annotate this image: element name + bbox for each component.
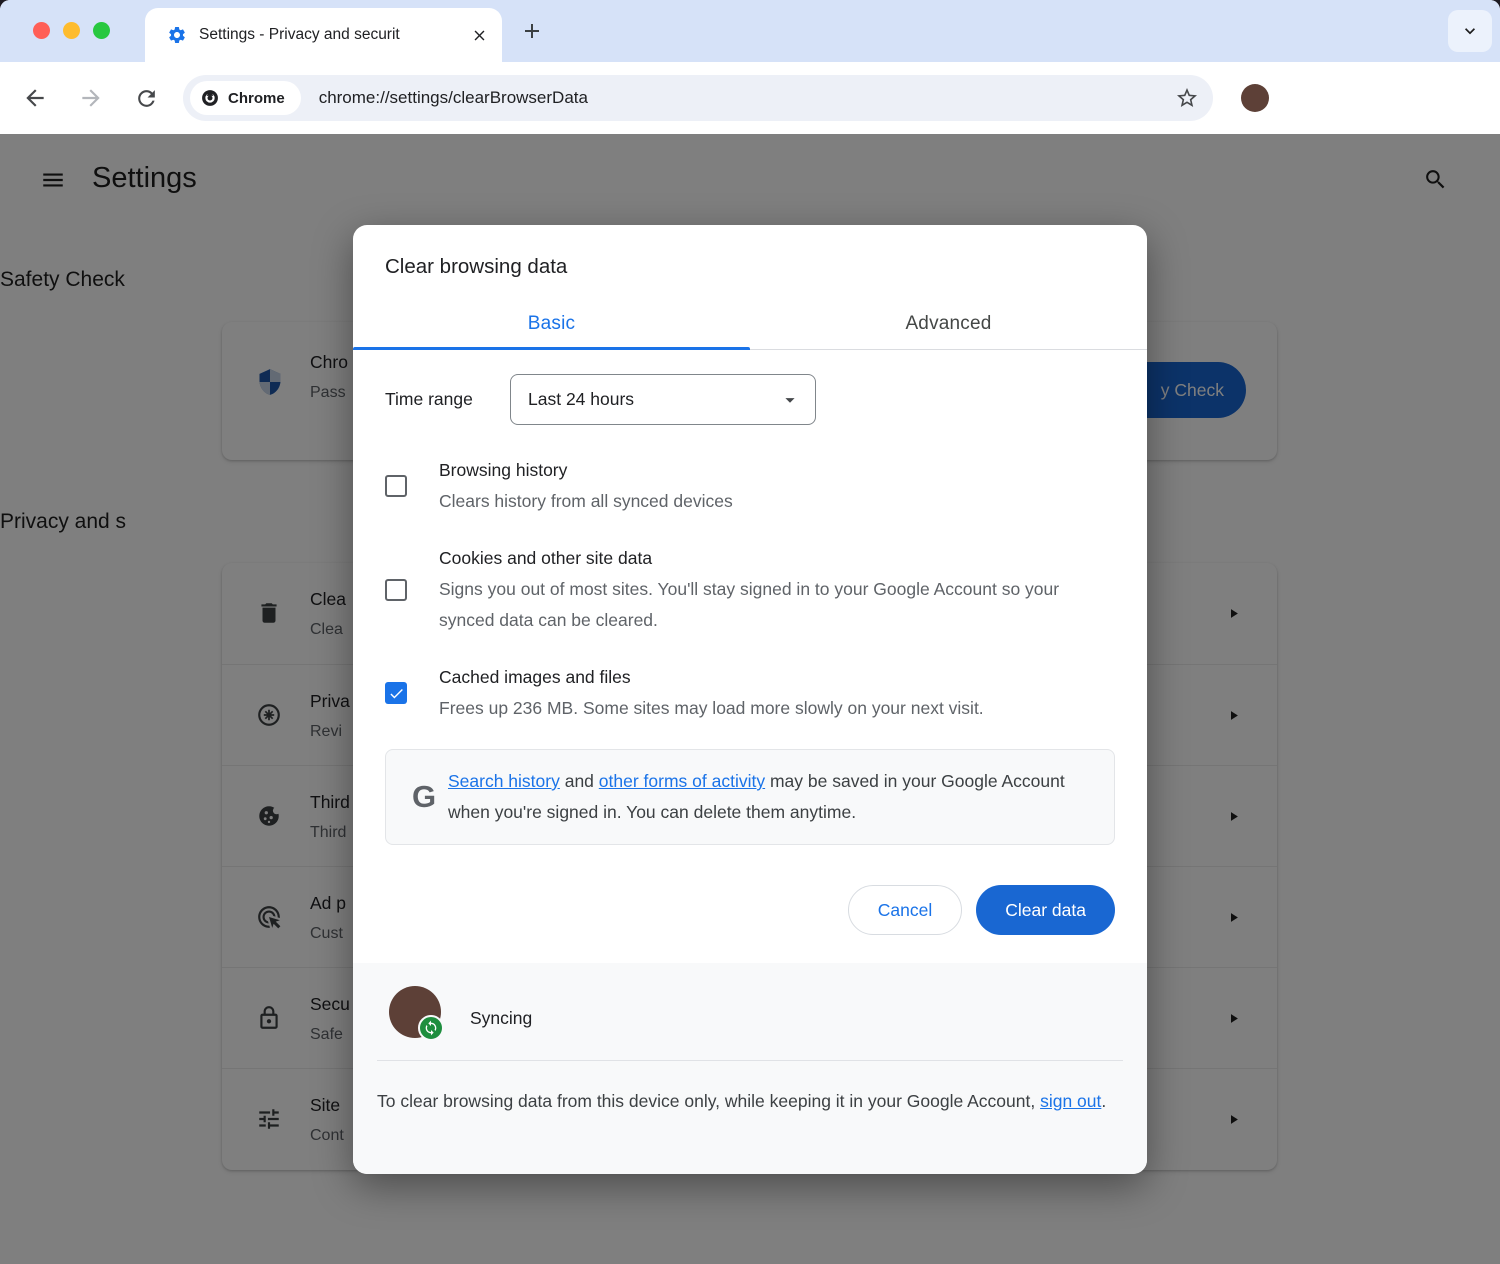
browsing-history-checkbox[interactable] [385,475,407,497]
close-icon[interactable] [471,27,488,44]
option-cookies: Cookies and other site data Signs you ou… [385,543,1115,636]
search-history-link[interactable]: Search history [448,771,560,791]
notice-text: Search history and other forms of activi… [448,766,1092,828]
dialog-tabs: Basic Advanced [353,300,1147,350]
window-close-button[interactable] [33,22,50,39]
sync-status-label: Syncing [470,1008,532,1029]
dialog-footer: Syncing To clear browsing data from this… [353,963,1147,1174]
site-chip-label: Chrome [228,90,285,107]
gear-icon [167,25,187,45]
time-range-select[interactable]: Last 24 hours [510,374,816,425]
option-browsing-history: Browsing history Clears history from all… [385,455,1115,517]
dialog-buttons: Cancel Clear data [385,885,1115,935]
option-title: Browsing history [439,455,1115,486]
option-title: Cookies and other site data [439,543,1115,574]
cached-images-checkbox[interactable] [385,682,407,704]
account-avatar [389,986,441,1038]
new-tab-icon[interactable] [520,19,544,43]
sign-out-link[interactable]: sign out [1040,1091,1101,1111]
google-g-icon: G [400,779,448,815]
tab-title: Settings - Privacy and securit [199,26,400,43]
tab-advanced[interactable]: Advanced [750,300,1147,349]
settings-page: Settings Safety Check Chro Pass y Check … [0,134,1500,1264]
window-minimize-button[interactable] [63,22,80,39]
tab-search-chevron-icon[interactable] [1448,10,1492,52]
signout-text: To clear browsing data from this device … [377,1086,1123,1117]
back-icon[interactable] [22,85,48,111]
browser-toolbar: Chrome chrome://settings/clearBrowserDat… [0,62,1500,134]
url-bar[interactable]: Chrome chrome://settings/clearBrowserDat… [183,75,1213,121]
time-range-label: Time range [385,389,510,410]
signout-post: . [1101,1091,1106,1111]
forward-icon [78,85,104,111]
site-chip[interactable]: Chrome [190,81,301,115]
time-range-row: Time range Last 24 hours [385,374,1115,425]
sync-status-row: Syncing [389,986,532,1038]
reload-icon[interactable] [134,86,159,111]
cookies-checkbox[interactable] [385,579,407,601]
signout-pre: To clear browsing data from this device … [377,1091,1040,1111]
tab-basic[interactable]: Basic [353,300,750,349]
cancel-button[interactable]: Cancel [848,885,962,935]
google-account-notice: G Search history and other forms of acti… [385,749,1115,845]
star-icon[interactable] [1175,86,1199,110]
dialog-title: Clear browsing data [353,225,1147,279]
time-range-value: Last 24 hours [528,389,779,410]
profile-avatar[interactable] [1241,84,1269,112]
dialog-body: Time range Last 24 hours Browsing histor… [353,374,1147,935]
browser-tab[interactable]: Settings - Privacy and securit [145,8,502,62]
option-description: Frees up 236 MB. Some sites may load mor… [439,693,1115,724]
browser-window: Settings - Privacy and securit [0,0,1500,1264]
clear-browsing-data-dialog: Clear browsing data Basic Advanced Time … [353,225,1147,1174]
tab-title-wrap: Settings - Privacy and securit [199,24,465,46]
chrome-logo-icon [200,88,220,108]
option-description: Clears history from all synced devices [439,486,1115,517]
url-text[interactable]: chrome://settings/clearBrowserData [319,88,1175,108]
caret-down-icon [779,389,801,411]
option-title: Cached images and files [439,662,1115,693]
footer-divider [377,1060,1123,1061]
option-cached-images: Cached images and files Frees up 236 MB.… [385,662,1115,724]
checkmark-icon [388,685,405,702]
window-zoom-button[interactable] [93,22,110,39]
tab-strip: Settings - Privacy and securit [0,0,1500,62]
notice-mid: and [560,771,599,791]
window-controls [33,22,110,39]
option-description: Signs you out of most sites. You'll stay… [439,574,1115,636]
clear-data-button[interactable]: Clear data [976,885,1115,935]
other-activity-link[interactable]: other forms of activity [599,771,765,791]
sync-icon [418,1015,444,1041]
